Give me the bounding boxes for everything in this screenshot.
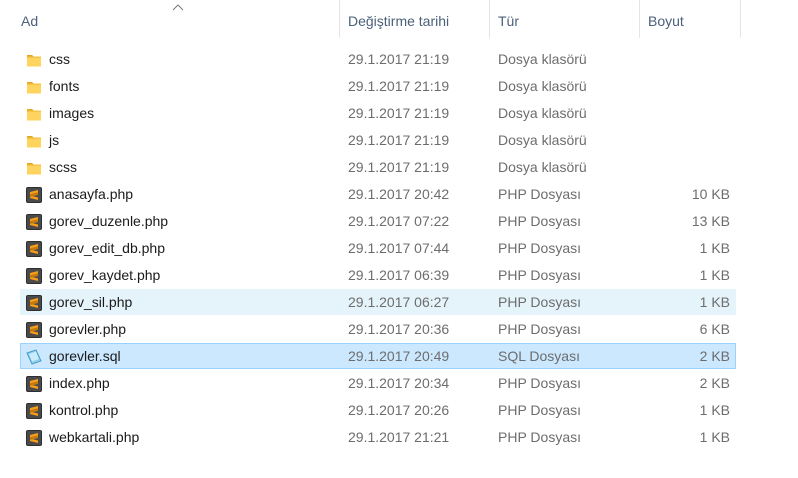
- file-modified-date: 29.1.2017 06:27: [348, 294, 450, 310]
- sublime-file-icon: [25, 375, 43, 392]
- file-size: 10 KB: [691, 186, 730, 202]
- sublime-file-icon: [25, 267, 43, 284]
- sql-file-icon: [25, 348, 43, 365]
- file-modified-date: 29.1.2017 20:34: [348, 375, 450, 391]
- folder-icon: [25, 132, 43, 148]
- file-modified-date: 29.1.2017 07:22: [348, 213, 450, 229]
- file-type: PHP Dosyası: [498, 186, 581, 202]
- sublime-file-icon: [25, 321, 43, 338]
- file-modified-date: 29.1.2017 21:19: [348, 105, 450, 121]
- file-row[interactable]: kontrol.php 29.1.2017 20:26 PHP Dosyası 1 K…: [20, 397, 736, 423]
- file-name: anasayfa.php: [49, 186, 134, 202]
- column-header-size[interactable]: Boyut: [640, 0, 741, 38]
- sublime-file-icon: [25, 294, 43, 311]
- file-size: 13 KB: [691, 213, 730, 229]
- file-row[interactable]: gorev_duzenle.php 29.1.2017 07:22 PHP Dosy…: [20, 208, 736, 234]
- file-name: scss: [49, 159, 77, 175]
- file-row[interactable]: images 29.1.2017 21:19 Dosya klasörü: [20, 100, 736, 126]
- file-name: index.php: [49, 375, 110, 391]
- file-name: js: [49, 132, 60, 148]
- column-header-bar: Ad Değiştirme tarihi Tür Boyut: [0, 0, 798, 42]
- file-modified-date: 29.1.2017 21:19: [348, 132, 450, 148]
- file-type: Dosya klasörü: [498, 159, 587, 175]
- file-type: PHP Dosyası: [498, 267, 581, 283]
- folder-icon: [25, 78, 43, 94]
- folder-icon: [25, 51, 43, 67]
- sublime-file-icon: [25, 240, 43, 257]
- file-row[interactable]: scss 29.1.2017 21:19 Dosya klasörü: [20, 154, 736, 180]
- file-size: 1 KB: [699, 240, 730, 256]
- file-modified-date: 29.1.2017 20:42: [348, 186, 450, 202]
- column-header-date[interactable]: Değiştirme tarihi: [340, 0, 490, 38]
- file-size: 2 KB: [699, 348, 730, 364]
- file-modified-date: 29.1.2017 21:19: [348, 78, 450, 94]
- file-type: PHP Dosyası: [498, 240, 581, 256]
- file-name: gorev_kaydet.php: [49, 267, 161, 283]
- file-modified-date: 29.1.2017 21:21: [348, 429, 450, 445]
- file-type: Dosya klasörü: [498, 51, 587, 67]
- sublime-file-icon: [25, 186, 43, 203]
- file-type: SQL Dosyası: [498, 348, 580, 364]
- file-type: PHP Dosyası: [498, 294, 581, 310]
- folder-icon: [25, 159, 43, 175]
- file-size: 1 KB: [699, 402, 730, 418]
- file-row[interactable]: js 29.1.2017 21:19 Dosya klasörü: [20, 127, 736, 153]
- file-name: gorev_duzenle.php: [49, 213, 169, 229]
- file-type: PHP Dosyası: [498, 321, 581, 337]
- file-type: Dosya klasörü: [498, 105, 587, 121]
- file-modified-date: 29.1.2017 20:49: [348, 348, 450, 364]
- file-modified-date: 29.1.2017 20:36: [348, 321, 450, 337]
- file-name: images: [49, 105, 95, 121]
- file-type: PHP Dosyası: [498, 429, 581, 445]
- file-size: 2 KB: [699, 375, 730, 391]
- file-modified-date: 29.1.2017 20:26: [348, 402, 450, 418]
- file-row[interactable]: gorevler.sql 29.1.2017 20:49 SQL Dosyası 2 …: [20, 343, 736, 369]
- file-type: Dosya klasörü: [498, 78, 587, 94]
- file-type: PHP Dosyası: [498, 402, 581, 418]
- file-name: webkartali.php: [49, 429, 140, 445]
- file-row[interactable]: css 29.1.2017 21:19 Dosya klasörü: [20, 46, 736, 72]
- file-type: PHP Dosyası: [498, 213, 581, 229]
- file-modified-date: 29.1.2017 06:39: [348, 267, 450, 283]
- file-list: css 29.1.2017 21:19 Dosya klasörü fonts 29.1…: [20, 46, 736, 451]
- file-row[interactable]: webkartali.php 29.1.2017 21:21 PHP Dosyası…: [20, 424, 736, 450]
- file-name: kontrol.php: [49, 402, 119, 418]
- file-row[interactable]: gorev_edit_db.php 29.1.2017 07:44 PHP Dosy…: [20, 235, 736, 261]
- file-row[interactable]: index.php 29.1.2017 20:34 PHP Dosyası 2 KB: [20, 370, 736, 396]
- file-size: 1 KB: [699, 429, 730, 445]
- sublime-file-icon: [25, 213, 43, 230]
- sublime-file-icon: [25, 429, 43, 446]
- file-name: gorev_sil.php: [49, 294, 133, 310]
- file-name: gorev_edit_db.php: [49, 240, 165, 256]
- file-row[interactable]: fonts 29.1.2017 21:19 Dosya klasörü: [20, 73, 736, 99]
- column-header-name[interactable]: Ad: [13, 0, 340, 38]
- sublime-file-icon: [25, 402, 43, 419]
- file-row[interactable]: gorev_kaydet.php 29.1.2017 06:39 PHP Dosya…: [20, 262, 736, 288]
- file-size: 1 KB: [699, 294, 730, 310]
- file-row[interactable]: gorevler.php 29.1.2017 20:36 PHP Dosyası 6 …: [20, 316, 736, 342]
- file-name: gorevler.sql: [49, 348, 121, 364]
- file-modified-date: 29.1.2017 21:19: [348, 159, 450, 175]
- file-size: 1 KB: [699, 267, 730, 283]
- file-name: fonts: [49, 78, 80, 94]
- file-row[interactable]: anasayfa.php 29.1.2017 20:42 PHP Dosyası 10…: [20, 181, 736, 207]
- file-type: PHP Dosyası: [498, 375, 581, 391]
- file-row[interactable]: gorev_sil.php 29.1.2017 06:27 PHP Dosyası 1…: [20, 289, 736, 315]
- file-size: 6 KB: [699, 321, 730, 337]
- file-modified-date: 29.1.2017 21:19: [348, 51, 450, 67]
- file-name: gorevler.php: [49, 321, 127, 337]
- file-type: Dosya klasörü: [498, 132, 587, 148]
- file-modified-date: 29.1.2017 07:44: [348, 240, 450, 256]
- file-name: css: [49, 51, 70, 67]
- folder-icon: [25, 105, 43, 121]
- column-header-type[interactable]: Tür: [490, 0, 640, 38]
